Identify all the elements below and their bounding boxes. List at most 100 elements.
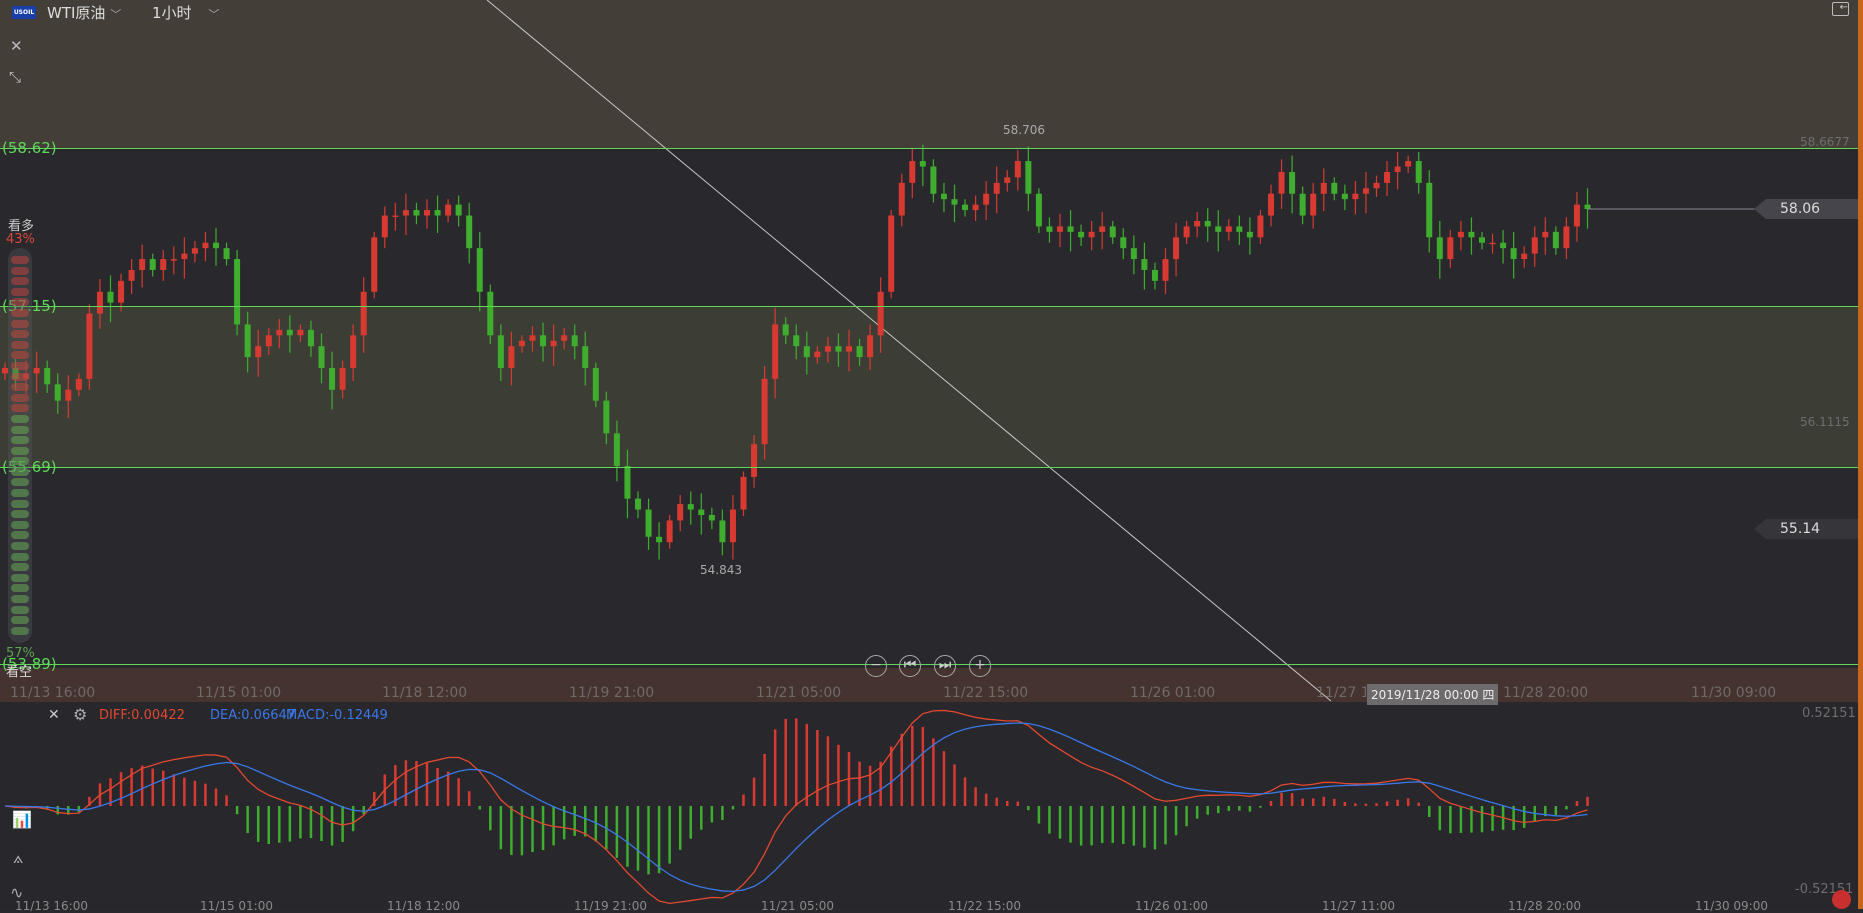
candle-body: [1194, 220, 1201, 227]
collapse-icon[interactable]: ⤡: [9, 68, 21, 86]
candle-body: [1489, 242, 1496, 245]
candle-body: [107, 291, 114, 303]
low-marker: 54.843: [700, 563, 742, 577]
zoom-out-button[interactable]: −: [865, 655, 887, 677]
close-icon[interactable]: ✕: [10, 37, 23, 55]
macd-x-tick: 11/27 11:00: [1322, 899, 1395, 913]
candle-body: [466, 215, 473, 249]
candle-body: [1341, 193, 1348, 200]
candle-body: [972, 204, 979, 211]
diff-value: DIFF:0.00422: [99, 708, 185, 723]
candle-body: [1542, 231, 1549, 238]
x-tick: 11/13 16:00: [10, 685, 96, 701]
candle-body: [339, 367, 346, 390]
gear-icon[interactable]: ⚙: [73, 705, 87, 724]
candle-body: [497, 335, 504, 368]
sentiment-segment: [11, 605, 29, 614]
candle-body: [86, 313, 93, 379]
candle-body: [487, 291, 494, 336]
candle-body: [1278, 171, 1285, 194]
candle-body: [656, 536, 663, 543]
candle-body: [919, 161, 926, 167]
candle-body: [1584, 204, 1591, 209]
x-tick: 11/28 20:00: [1503, 685, 1589, 701]
app-badge-icon[interactable]: [1832, 890, 1851, 909]
candle-body: [1415, 161, 1422, 183]
candle-body: [1046, 226, 1053, 232]
candle-body: [1130, 248, 1137, 260]
level-line-3[interactable]: [0, 467, 1858, 468]
x-tick: 11/19 21:00: [569, 685, 655, 701]
candle-body: [529, 335, 536, 341]
candle-body: [1067, 226, 1074, 232]
zoom-in-button[interactable]: +: [969, 655, 991, 677]
candle-body: [635, 498, 641, 510]
macd-x-tick: 11/30 09:00: [1695, 899, 1768, 913]
candle-body: [993, 182, 1000, 194]
sentiment-segment: [11, 330, 29, 339]
candle-body: [181, 253, 188, 260]
candle-body: [54, 384, 61, 401]
sentiment-segment: [11, 404, 29, 413]
candle-body: [645, 509, 652, 537]
sentiment-segment: [11, 436, 29, 445]
symbol-logo: USOIL: [12, 6, 36, 19]
candle-body: [856, 346, 863, 358]
level-line-2[interactable]: [0, 306, 1858, 307]
level-line-1[interactable]: [0, 148, 1858, 149]
sentiment-segment: [11, 573, 29, 582]
candle-body: [1457, 231, 1464, 238]
bear-label: 看空: [6, 665, 33, 680]
candle-body: [550, 340, 557, 347]
scroll-back-button[interactable]: ⏮: [899, 655, 921, 677]
candle-body: [1373, 182, 1380, 189]
candle-body: [1257, 215, 1264, 238]
macd-close-icon[interactable]: ✕: [48, 707, 60, 723]
level-line-4[interactable]: [0, 664, 1858, 665]
sentiment-segment: [11, 298, 29, 307]
symbol-selector[interactable]: WTI原油 ﹀: [47, 2, 121, 23]
current-price-tag: 58.06: [1754, 199, 1858, 219]
sentiment-segment: [11, 489, 29, 498]
sentiment-segment: [11, 277, 29, 286]
sentiment-segment: [11, 616, 29, 625]
timeframe-selector[interactable]: 1小时 ﹀: [152, 2, 219, 23]
candle-body: [1173, 237, 1180, 260]
candle-body: [1183, 226, 1190, 238]
indicator-icon[interactable]: 📊: [12, 810, 32, 829]
sidebar-toggle-icon[interactable]: ←: [1832, 2, 1849, 16]
candle-body: [434, 210, 441, 216]
sentiment-segment: [11, 542, 29, 551]
sentiment-segment: [11, 478, 29, 487]
candle-body: [128, 269, 135, 281]
candle-body: [1352, 193, 1359, 200]
candle-body: [1141, 259, 1148, 270]
candle-body: [1331, 182, 1338, 194]
sentiment-segment: [11, 425, 29, 434]
drawing-tool-icon[interactable]: ⟑: [13, 848, 23, 868]
macd-x-tick: 11/13 16:00: [15, 899, 88, 913]
candle-body: [244, 324, 251, 358]
sentiment-segment: [11, 383, 29, 392]
x-tick: 11/22 15:00: [943, 685, 1029, 701]
candle-body: [814, 351, 821, 358]
candle-body: [1035, 193, 1042, 227]
sentiment-segment: [11, 563, 29, 572]
candle-body: [803, 346, 810, 358]
candle-body: [740, 476, 747, 510]
sentiment-segment: [11, 340, 29, 349]
macd-x-tick: 11/21 05:00: [761, 899, 834, 913]
symbol-name: WTI原油: [47, 4, 106, 22]
candle-body: [1215, 226, 1222, 232]
macd-x-tick: 11/19 21:00: [574, 899, 647, 913]
candle-body: [729, 509, 736, 543]
candle-body: [1120, 237, 1127, 249]
candle-body: [1426, 182, 1433, 238]
candle-body: [1479, 237, 1485, 243]
scroll-forward-button[interactable]: ⏭: [934, 655, 956, 677]
sentiment-segment: [11, 457, 29, 466]
price-chart[interactable]: [0, 0, 1858, 909]
candle-body: [1310, 193, 1317, 216]
candle-body: [1563, 226, 1570, 249]
candle-body: [983, 193, 990, 205]
